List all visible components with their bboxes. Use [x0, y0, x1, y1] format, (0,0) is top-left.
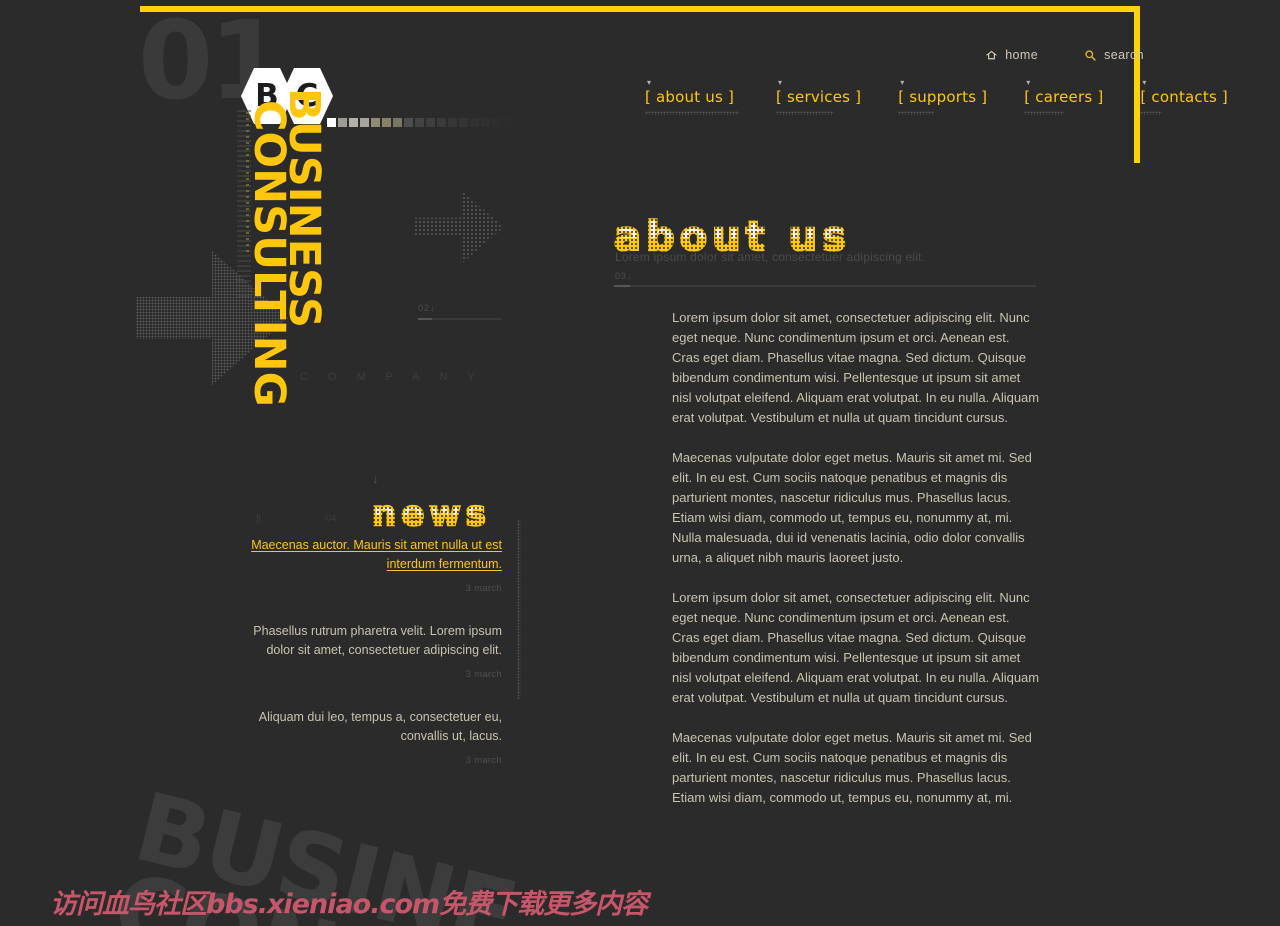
marker-02-rule — [418, 318, 502, 320]
marker-02-label: 02↓ — [418, 303, 436, 313]
chevron-down-icon: ▾ — [1142, 78, 1147, 87]
color-swatch — [360, 118, 369, 127]
section-title-news: news — [371, 493, 491, 535]
news-item-date: 3 march — [465, 755, 502, 766]
news-down-arrow-icon: ↓ — [372, 471, 379, 486]
color-swatch — [514, 118, 523, 127]
frame-top-bar — [140, 6, 1140, 12]
nav-underline-dots — [776, 111, 834, 115]
vertical-title-consulting: CONSULTING — [244, 100, 294, 407]
about-paragraph: Lorem ipsum dolor sit amet, consectetuer… — [672, 590, 1040, 705]
news-item-date: 3 march — [465, 583, 502, 594]
news-item-link[interactable]: Maecenas auctor. Mauris sit amet nulla u… — [251, 538, 502, 571]
nav-item-contacts[interactable]: ▾ [ contacts ] — [1140, 79, 1228, 115]
color-swatch — [415, 118, 424, 127]
color-swatch — [470, 118, 479, 127]
frame-right-bar — [1134, 6, 1140, 163]
color-swatch — [492, 118, 501, 127]
news-list-item: Aliquam dui leo, tempus a, consectetuer … — [246, 708, 502, 766]
chevron-down-icon: ▾ — [647, 78, 652, 87]
page-root: 01 02↓ B C BUSINESS CONSULTING COMPANY h… — [0, 0, 1280, 926]
nav-item-careers[interactable]: ▾ [ careers ] — [1024, 79, 1103, 115]
page-subtitle: Lorem ipsum dolor sit amet, consectetuer… — [615, 250, 926, 264]
nav-item-supports[interactable]: ▾ [ supports ] — [898, 79, 987, 115]
color-swatch — [503, 118, 512, 127]
nav-underline-dots — [1024, 111, 1065, 115]
util-nav-search[interactable]: search — [1084, 48, 1144, 62]
about-paragraph: Maecenas vulputate dolor eget metus. Mau… — [672, 450, 1032, 565]
nav-label-about-us[interactable]: [ about us ] — [645, 88, 739, 106]
utility-nav: home search — [985, 48, 1144, 62]
color-swatch — [404, 118, 413, 127]
search-icon — [1084, 49, 1097, 62]
color-swatch — [349, 118, 358, 127]
color-swatch — [459, 118, 468, 127]
util-nav-search-label: search — [1104, 48, 1144, 62]
nav-underline-dots — [1140, 111, 1163, 115]
marker-03-label: 03↓ — [615, 271, 633, 281]
news-tick-a: ]| — [256, 513, 261, 523]
color-swatch — [448, 118, 457, 127]
color-swatch — [338, 118, 347, 127]
nav-label-supports[interactable]: [ supports ] — [898, 88, 987, 106]
color-swatch — [382, 118, 391, 127]
color-swatch-strip — [327, 118, 523, 127]
util-nav-home-label: home — [1005, 48, 1039, 62]
nav-item-services[interactable]: ▾ [ services ] — [776, 79, 861, 115]
about-paragraph: Maecenas vulputate dolor eget metus. Mau… — [672, 730, 1032, 805]
chevron-down-icon: ▾ — [1026, 78, 1031, 87]
nav-underline-dots — [645, 111, 739, 115]
news-item-date: 3 march — [465, 669, 502, 680]
color-swatch — [393, 118, 402, 127]
color-swatch — [371, 118, 380, 127]
home-icon — [985, 49, 998, 62]
nav-underline-dots — [898, 111, 935, 115]
arrow-right-icon-small — [414, 189, 504, 265]
color-swatch — [426, 118, 435, 127]
color-swatch — [437, 118, 446, 127]
chevron-down-icon: ▾ — [900, 78, 905, 87]
chevron-down-icon: ▾ — [778, 78, 783, 87]
main-nav: ▾ [ about us ] ▾ [ services ] ▾ [ suppor… — [645, 79, 1228, 115]
about-article: Lorem ipsum dolor sit amet, consectetuer… — [672, 308, 1040, 828]
news-list-item: Phasellus rutrum pharetra velit. Lorem i… — [246, 622, 502, 680]
nav-label-contacts[interactable]: [ contacts ] — [1140, 88, 1228, 106]
news-item-text: Phasellus rutrum pharetra velit. Lorem i… — [253, 624, 502, 657]
nav-label-careers[interactable]: [ careers ] — [1024, 88, 1103, 106]
news-list-item: Maecenas auctor. Mauris sit amet nulla u… — [246, 536, 502, 594]
about-divider — [614, 285, 1036, 287]
news-dotted-rule — [517, 520, 521, 700]
color-swatch — [481, 118, 490, 127]
about-paragraph: Lorem ipsum dolor sit amet, consectetuer… — [672, 310, 1040, 425]
chinese-watermark: 访问血鸟社区bbs.xieniao.com免费下载更多内容 — [50, 889, 648, 920]
news-item-text: Aliquam dui leo, tempus a, consectetuer … — [258, 710, 502, 743]
news-list: Maecenas auctor. Mauris sit amet nulla u… — [246, 536, 502, 794]
util-nav-home[interactable]: home — [985, 48, 1038, 62]
news-tick-b: 04 — [326, 513, 337, 523]
company-wordmark: COMPANY — [300, 371, 495, 383]
nav-label-services[interactable]: [ services ] — [776, 88, 861, 106]
nav-item-about-us[interactable]: ▾ [ about us ] — [645, 79, 739, 115]
